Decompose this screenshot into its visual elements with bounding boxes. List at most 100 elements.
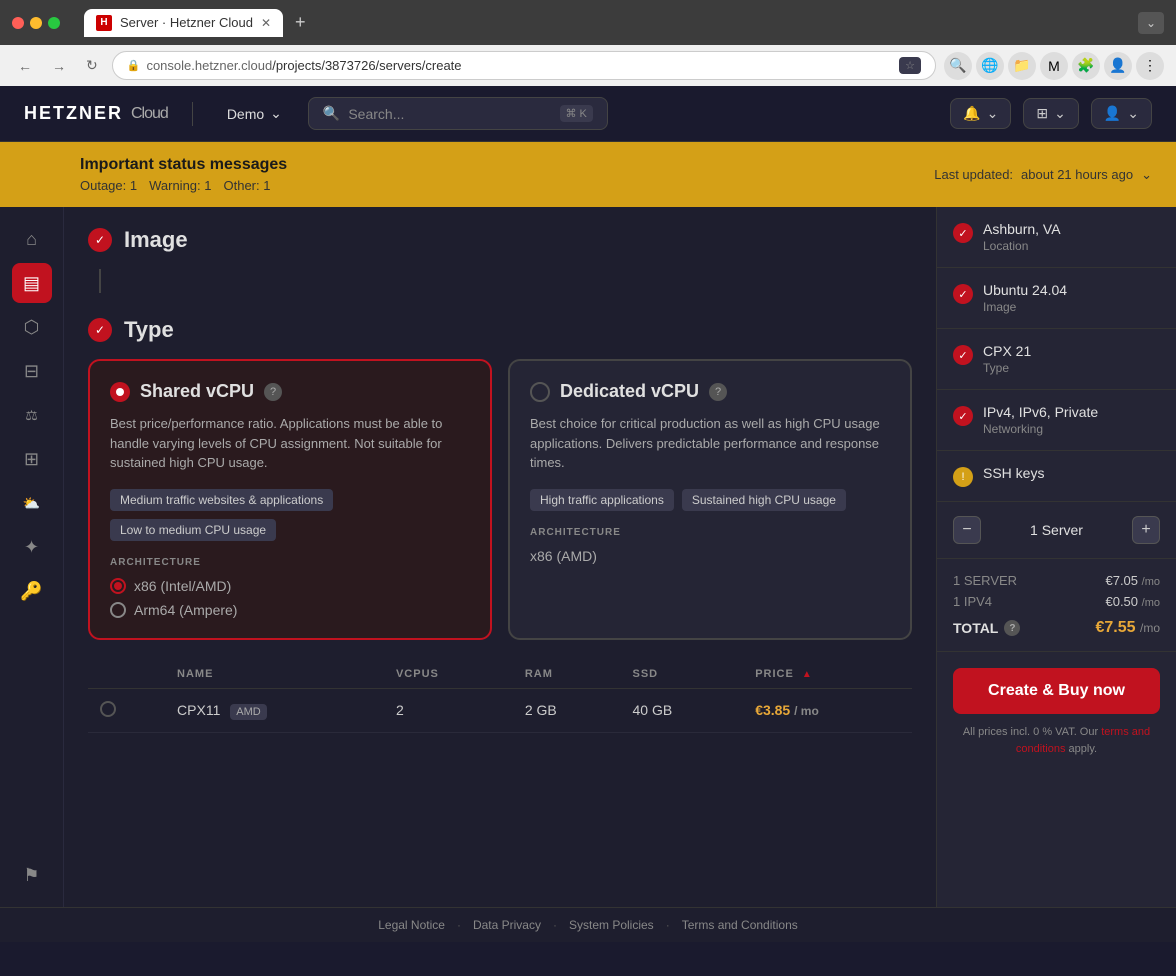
sidebar-item-load-balancers[interactable]: ⚖ (12, 395, 52, 435)
notifications-button[interactable]: 🔔 ⌄ (950, 98, 1011, 129)
top-nav: HETZNER Cloud Demo ⌄ 🔍 Search... ⌘ K 🔔 ⌄… (0, 86, 1176, 142)
sidebar-item-networks[interactable]: ⊞ (12, 439, 52, 479)
shared-vcpu-help[interactable]: ? (264, 383, 282, 401)
type-check: ✓ (88, 318, 112, 342)
create-buy-button[interactable]: Create & Buy now (953, 668, 1160, 714)
tab-label: Server · Hetzner Cloud (120, 15, 253, 30)
col-vcpus: VCPUS (384, 660, 513, 689)
table-row[interactable]: CPX11 AMD 2 2 GB 40 GB €3.85 / mo (88, 688, 912, 732)
sidebar-item-firewalls[interactable]: ⊟ (12, 351, 52, 391)
refresh-button[interactable]: ↻ (80, 53, 104, 78)
project-name: Demo (227, 106, 264, 122)
other-text: Other: 1 (224, 178, 271, 193)
footer-system-policies[interactable]: System Policies (569, 918, 654, 932)
dedicated-vcpu-card[interactable]: Dedicated vCPU ? Best choice for critica… (508, 359, 912, 640)
dedicated-vcpu-help[interactable]: ? (709, 383, 727, 401)
row-ram-cell: 2 GB (513, 688, 621, 732)
tab-close-button[interactable]: ✕ (261, 16, 271, 30)
extension-icon-2[interactable]: 🌐 (976, 52, 1004, 80)
image-check: ✓ (88, 228, 112, 252)
image-section-divider (99, 269, 101, 293)
sidebar-item-floating-ips[interactable]: ⛅ (12, 483, 52, 523)
footer: Legal Notice · Data Privacy · System Pol… (0, 907, 1176, 942)
project-selector[interactable]: Demo ⌄ (217, 99, 292, 128)
tag-low-cpu: Low to medium CPU usage (110, 519, 276, 541)
chevron-down-icon: ⌄ (1054, 105, 1066, 122)
networking-info: IPv4, IPv6, Private Networking (983, 404, 1098, 436)
row-vcpus-cell: 2 (384, 688, 513, 732)
dedicated-vcpu-desc: Best choice for critical production as w… (530, 414, 890, 473)
tag-medium-traffic: Medium traffic websites & applications (110, 489, 333, 511)
footer-legal-notice[interactable]: Legal Notice (378, 918, 445, 932)
last-updated-label: Last updated: (934, 167, 1013, 182)
close-button[interactable] (12, 17, 24, 29)
arch-x86-radio[interactable] (110, 578, 126, 594)
address-bar[interactable]: 🔒 console.hetzner.cloud/projects/3873726… (112, 51, 936, 80)
total-label: TOTAL ? (953, 620, 1020, 636)
footer-data-privacy[interactable]: Data Privacy (473, 918, 541, 932)
url-protocol: console.hetzner.cloud (146, 58, 272, 73)
image-info: Ubuntu 24.04 Image (983, 282, 1067, 314)
networking-name: IPv4, IPv6, Private (983, 404, 1098, 420)
shared-vcpu-header: Shared vCPU ? (110, 381, 470, 402)
total-help-icon[interactable]: ? (1004, 620, 1020, 636)
search-icon: 🔍 (323, 105, 340, 122)
user-button[interactable]: 👤 ⌄ (1091, 98, 1152, 129)
col-ram: RAM (513, 660, 621, 689)
back-button[interactable]: ← (12, 54, 38, 78)
server-pricing-label: 1 SERVER (953, 573, 1017, 588)
image-name: Ubuntu 24.04 (983, 282, 1067, 298)
type-check-summary: ✓ (953, 345, 973, 365)
col-select (88, 660, 165, 689)
create-section: Create & Buy now All prices incl. 0 % VA… (937, 652, 1176, 773)
shared-vcpu-radio[interactable] (110, 382, 130, 402)
sidebar-item-bottom[interactable]: ⚑ (12, 855, 52, 895)
status-banner-sub: Outage: 1 Warning: 1 Other: 1 (80, 178, 287, 193)
shared-vcpu-card[interactable]: Shared vCPU ? Best price/performance rat… (88, 359, 492, 640)
col-price: PRICE ▲ (743, 660, 912, 689)
arch-arm64-radio[interactable] (110, 602, 126, 618)
extension-icon-1[interactable]: 🔍 (944, 52, 972, 80)
image-section-header: ✓ Image (88, 227, 912, 253)
ipv4-per-mo: /mo (1142, 597, 1160, 609)
row-ssd-cell: 40 GB (621, 688, 744, 732)
status-expand-icon[interactable]: ⌄ (1141, 167, 1152, 183)
count-plus-button[interactable]: + (1132, 516, 1160, 544)
arch-arm64-option[interactable]: Arm64 (Ampere) (110, 602, 470, 618)
footer-terms[interactable]: Terms and Conditions (682, 918, 798, 932)
menu-icon[interactable]: ⋮ (1136, 52, 1164, 80)
toolbar-icons: 🔍 🌐 📁 M 🧩 👤 ⋮ (944, 52, 1164, 80)
networking-label: Networking (983, 422, 1098, 436)
summary-image: ✓ Ubuntu 24.04 Image (937, 268, 1176, 329)
row-price-cell: €3.85 / mo (743, 688, 912, 732)
dedicated-vcpu-radio[interactable] (530, 382, 550, 402)
sidebar-item-managed-db[interactable]: ✦ (12, 527, 52, 567)
sidebar-item-servers[interactable]: ▤ (12, 263, 52, 303)
search-bar[interactable]: 🔍 Search... ⌘ K (308, 97, 608, 130)
shared-vcpu-desc: Best price/performance ratio. Applicatio… (110, 414, 470, 473)
type-section-header: ✓ Type (88, 317, 912, 343)
count-minus-button[interactable]: − (953, 516, 981, 544)
server-per-mo: /mo (1142, 576, 1160, 588)
tab-expand-button[interactable]: ⌄ (1138, 12, 1164, 34)
row-radio[interactable] (100, 701, 116, 717)
type-info: CPX 21 Type (983, 343, 1031, 375)
sidebar-item-home[interactable]: ⌂ (12, 219, 52, 259)
url-path: /projects/3873726/servers/create (272, 58, 461, 73)
minimize-button[interactable] (30, 17, 42, 29)
sidebar-item-volumes[interactable]: ⬡ (12, 307, 52, 347)
active-tab[interactable]: H Server · Hetzner Cloud ✕ (84, 9, 283, 37)
profile-icon[interactable]: 👤 (1104, 52, 1132, 80)
forward-button[interactable]: → (46, 54, 72, 78)
maximize-button[interactable] (48, 17, 60, 29)
extension-icon-5[interactable]: 🧩 (1072, 52, 1100, 80)
apps-button[interactable]: ⊞ ⌄ (1023, 98, 1078, 129)
new-tab-button[interactable]: + (287, 8, 314, 37)
arch-x86-option[interactable]: x86 (Intel/AMD) (110, 578, 470, 594)
extension-icon-3[interactable]: 📁 (1008, 52, 1036, 80)
browser-titlebar: H Server · Hetzner Cloud ✕ + ⌄ (0, 0, 1176, 45)
sidebar-item-keys[interactable]: 🔑 (12, 571, 52, 611)
dedicated-vcpu-tags: High traffic applications Sustained high… (530, 489, 890, 511)
location-check: ✓ (953, 223, 973, 243)
extension-icon-4[interactable]: M (1040, 52, 1068, 80)
